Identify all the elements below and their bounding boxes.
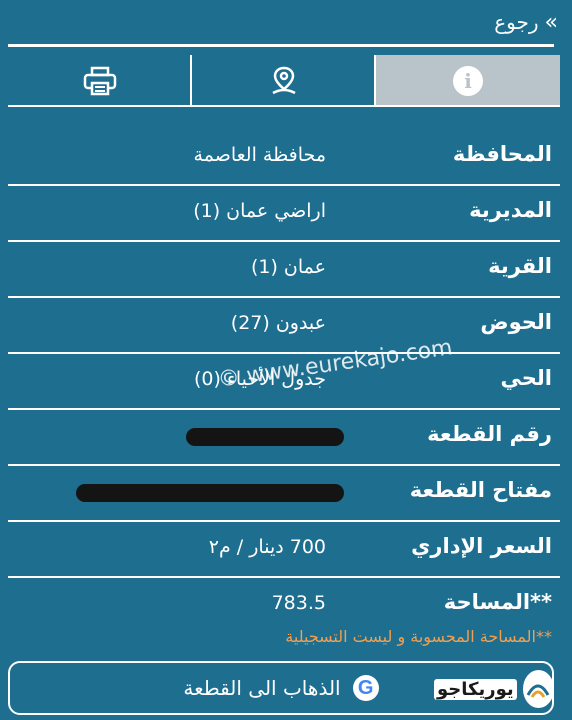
brand-name: يوريكاجو [434, 678, 517, 700]
tab-info[interactable]: i [376, 55, 560, 107]
detail-label: المديرية [469, 198, 552, 222]
detail-label: مفتاح القطعة [409, 478, 552, 502]
detail-row-governorate: المحافظة محافظة العاصمة [8, 130, 560, 186]
go-to-plot-label: الذهاب الى القطعة [183, 676, 341, 700]
back-button[interactable]: » رجوع [494, 8, 559, 36]
detail-value: عبدون (27) [230, 312, 326, 334]
tab-bar: i [8, 55, 560, 107]
detail-label: الحي [500, 366, 552, 390]
detail-label: الحوض [480, 310, 552, 334]
tab-print[interactable] [8, 55, 192, 107]
google-icon: G [352, 675, 379, 701]
detail-label: السعر الإداري [411, 534, 552, 558]
tab-location[interactable] [192, 55, 376, 107]
top-bar: » رجوع [0, 0, 572, 44]
detail-label: **المساحة [443, 590, 552, 614]
redacted-value [76, 484, 344, 502]
detail-label: رقم القطعة [427, 422, 552, 446]
detail-label: القرية [488, 254, 552, 278]
header-divider [8, 44, 554, 47]
redacted-value [186, 428, 344, 446]
detail-label: المحافظة [452, 142, 552, 166]
detail-row-village: القرية عمان (1) [8, 242, 560, 298]
tab-divider [8, 105, 560, 107]
brand-logo: يوريكاجو [434, 664, 554, 714]
location-pin-icon [272, 66, 296, 95]
double-chevron-icon: » [544, 9, 559, 35]
printer-icon [83, 66, 117, 96]
detail-row-plot-key: مفتاح القطعة [8, 466, 560, 522]
detail-row-area: **المساحة 783.5 [8, 578, 560, 632]
detail-value: 700 دينار / م٢ [208, 536, 326, 558]
info-icon: i [453, 66, 483, 96]
detail-row-basin: الحوض عبدون (27) [8, 298, 560, 354]
detail-row-admin-price: السعر الإداري 700 دينار / م٢ [8, 522, 560, 578]
detail-value: 783.5 [271, 592, 326, 614]
detail-value: عمان (1) [250, 256, 326, 278]
detail-value: اراضي عمان (1) [193, 200, 326, 222]
detail-row-directorate: المديرية اراضي عمان (1) [8, 186, 560, 242]
detail-row-plot-number: رقم القطعة [8, 410, 560, 466]
detail-value: محافظة العاصمة [193, 144, 326, 166]
back-label: رجوع [494, 10, 539, 34]
area-note: **المساحة المحسوبة و ليست التسجيلية [285, 627, 552, 646]
brand-mark-icon [522, 670, 554, 708]
